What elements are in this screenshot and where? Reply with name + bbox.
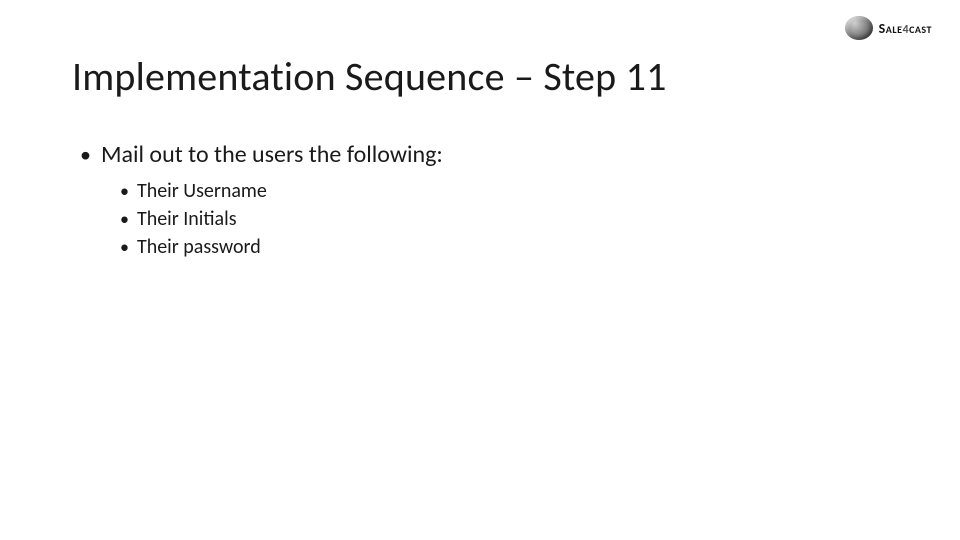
bullet-level2: Their password bbox=[120, 233, 443, 261]
slide-title: Implementation Sequence – Step 11 bbox=[72, 52, 667, 101]
brand-text-part2: 4 bbox=[902, 23, 909, 37]
globe-icon bbox=[845, 16, 873, 40]
brand-text-part3: cast bbox=[909, 20, 932, 37]
bullet-text: Their Initials bbox=[137, 205, 237, 233]
bullet-level1: Mail out to the users the following: bbox=[80, 140, 443, 169]
bullet-level2: Their Initials bbox=[120, 205, 443, 233]
brand-logo: Sale 4 cast bbox=[845, 16, 932, 40]
bullet-dot-icon bbox=[120, 177, 129, 205]
brand-text-part1: Sale bbox=[879, 20, 903, 37]
brand-wordmark: Sale 4 cast bbox=[879, 20, 932, 37]
bullet-dot-icon bbox=[120, 233, 129, 261]
slide: Sale 4 cast Implementation Sequence – St… bbox=[0, 0, 960, 540]
bullet-level2: Their Username bbox=[120, 177, 443, 205]
bullet-text: Their Username bbox=[137, 177, 267, 205]
sub-bullet-list: Their Username Their Initials Their pass… bbox=[120, 177, 443, 261]
slide-body: Mail out to the users the following: The… bbox=[80, 140, 443, 261]
bullet-text: Their password bbox=[137, 233, 261, 261]
bullet-dot-icon bbox=[120, 205, 129, 233]
bullet-dot-icon bbox=[80, 140, 91, 169]
bullet-text: Mail out to the users the following: bbox=[101, 140, 443, 169]
